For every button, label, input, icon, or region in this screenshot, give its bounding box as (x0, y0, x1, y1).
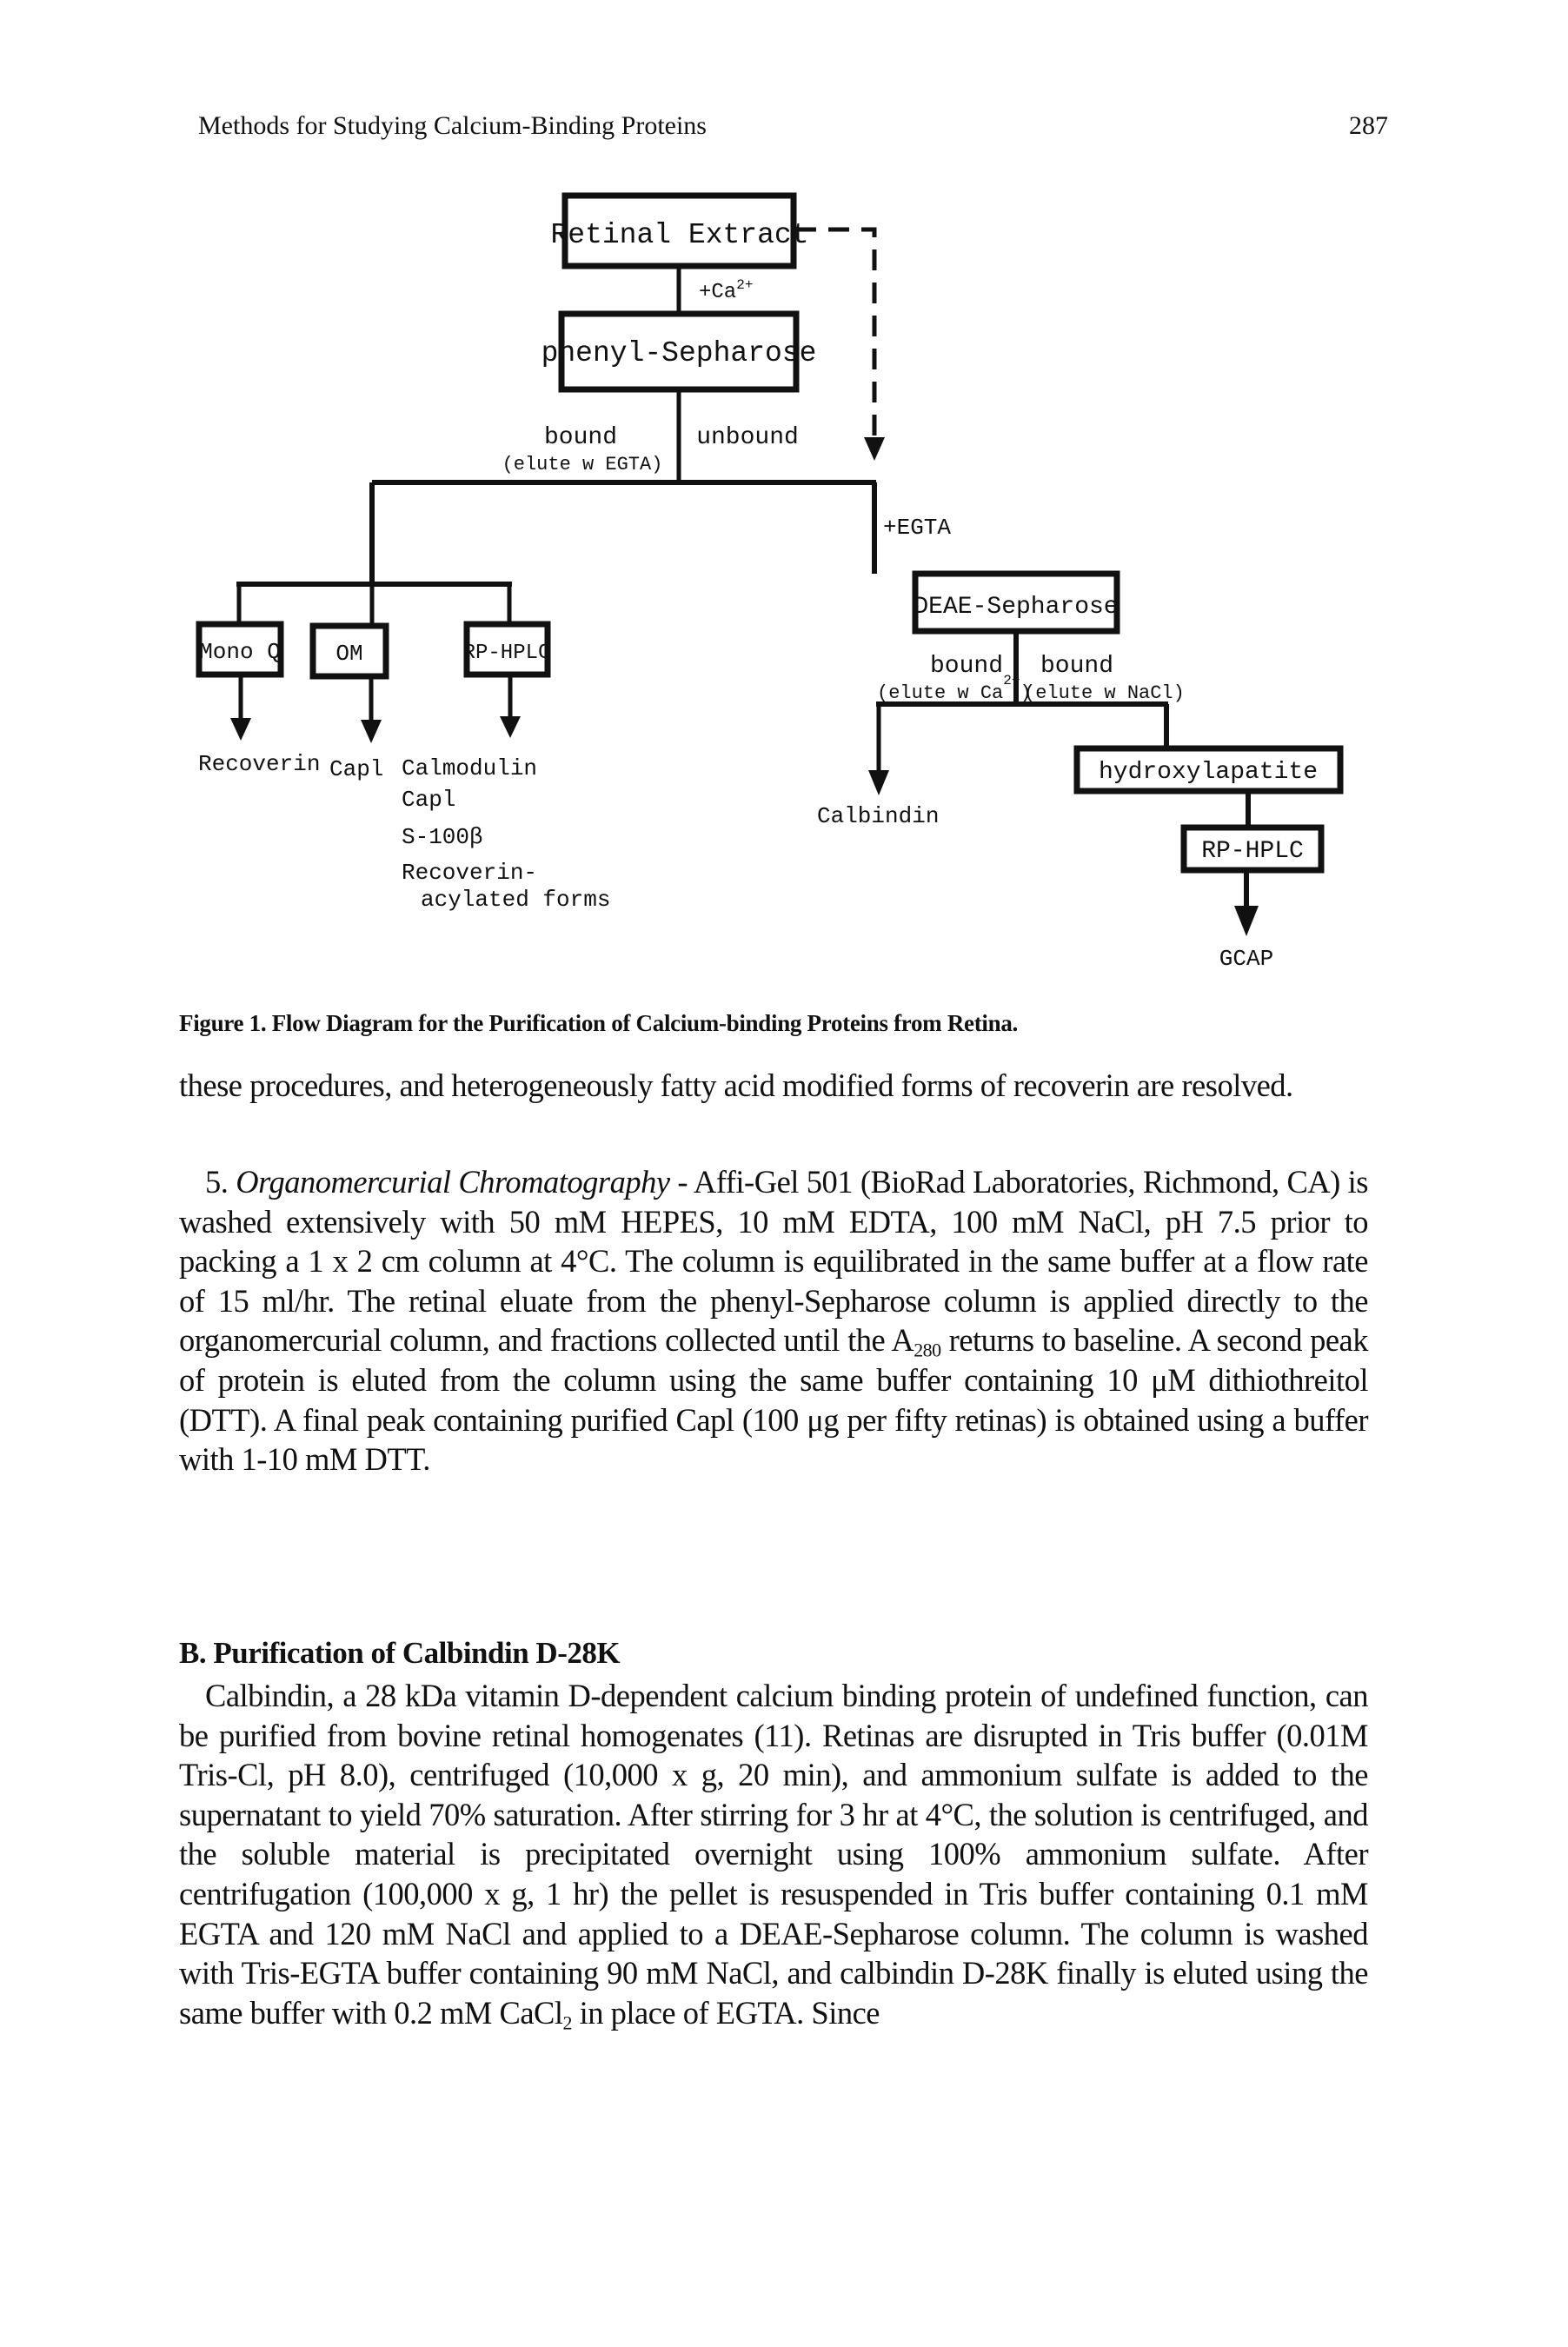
node-hydroxylapatite-label: hydroxylapatite (1099, 759, 1318, 786)
node-hydroxylapatite: hydroxylapatite (1073, 745, 1344, 795)
paragraph: these procedures, and heterogeneously fa… (179, 1066, 1368, 1106)
subscript: 2 (562, 2011, 573, 2034)
product-rp-list: Calmodulin Capl S-100β Recoverin- acylat… (402, 755, 610, 913)
label-elute-egta: (elute w EGTA) (502, 454, 663, 475)
label-bound-ca: bound (930, 653, 1003, 680)
node-phenyl-sepharose: phenyl-Sepharose (541, 310, 817, 393)
node-rp-hplc-1-label: RP-HPLC (463, 642, 551, 665)
node-mono-q: Mono Q (196, 621, 284, 678)
label-unbound: unbound (696, 424, 799, 451)
label-bound-nacl: bound (1040, 653, 1113, 680)
product-acylated-forms: acylated forms (421, 887, 610, 913)
arrow-down-icon (361, 720, 382, 743)
node-om-label: OM (336, 641, 362, 667)
product-calbindin: Calbindin (817, 803, 939, 829)
item-title: Organomercurial Chromatography (236, 1164, 670, 1200)
label-bound: bound (544, 424, 617, 451)
node-rp-hplc-2-label: RP-HPLC (1201, 838, 1304, 865)
product-calmodulin: Calmodulin (402, 755, 537, 781)
product-s100b: S-100β (402, 824, 483, 850)
label-elute-nacl: (elute w NaCl) (1024, 682, 1185, 704)
node-om: OM (309, 622, 389, 680)
label-plus-egta: +EGTA (883, 515, 951, 541)
arrow-down-icon (868, 770, 889, 795)
node-deae-sepharose-label: DEAE-Sepharose (914, 594, 1118, 621)
arrow-down-icon (500, 716, 521, 738)
node-phenyl-sepharose-label: phenyl-Sepharose (541, 337, 817, 369)
product-gcap: GCAP (1219, 946, 1273, 972)
node-retinal-extract-label: Retinal Extract (550, 219, 808, 251)
node-mono-q-label: Mono Q (199, 639, 281, 665)
arrow-down-icon (1234, 906, 1259, 936)
paragraph-text: in place of EGTA. Since (571, 1994, 880, 2031)
paragraph-text: these procedures, and heterogeneously fa… (179, 1067, 1293, 1103)
product-recoverin-acylated: Recoverin- (402, 860, 537, 886)
label-plus-ca: +Ca2+ (699, 277, 753, 304)
paragraph-calbindin: Calbindin, a 28 kDa vitamin D-dependent … (179, 1676, 1369, 2034)
subscript: 280 (914, 1339, 941, 1361)
section-heading: B. Purification of Calbindin D-28K (179, 1636, 621, 1670)
node-deae-sepharose: DEAE-Sepharose (912, 570, 1120, 635)
item-number: 5. (205, 1164, 236, 1200)
product-recoverin: Recoverin (198, 751, 320, 777)
node-rp-hplc-1: RP-HPLC (463, 621, 551, 678)
paragraph-organomercurial: 5. Organomercurial Chromatography - Affi… (179, 1162, 1369, 1479)
arrow-down-icon (864, 437, 885, 461)
product-capl-2: Capl (402, 787, 455, 813)
node-retinal-extract: Retinal Extract (550, 192, 809, 269)
product-capl: Capl (329, 756, 383, 782)
arrow-down-icon (230, 718, 251, 741)
figure-caption: Figure 1. Flow Diagram for the Purificat… (179, 1010, 1018, 1036)
flow-diagram: Retinal Extract +Ca2+ phenyl-Sepharose b… (196, 192, 1344, 972)
paragraph-text: Calbindin, a 28 kDa vitamin D-dependent … (179, 1678, 1369, 2031)
node-rp-hplc-2: RP-HPLC (1180, 824, 1325, 874)
